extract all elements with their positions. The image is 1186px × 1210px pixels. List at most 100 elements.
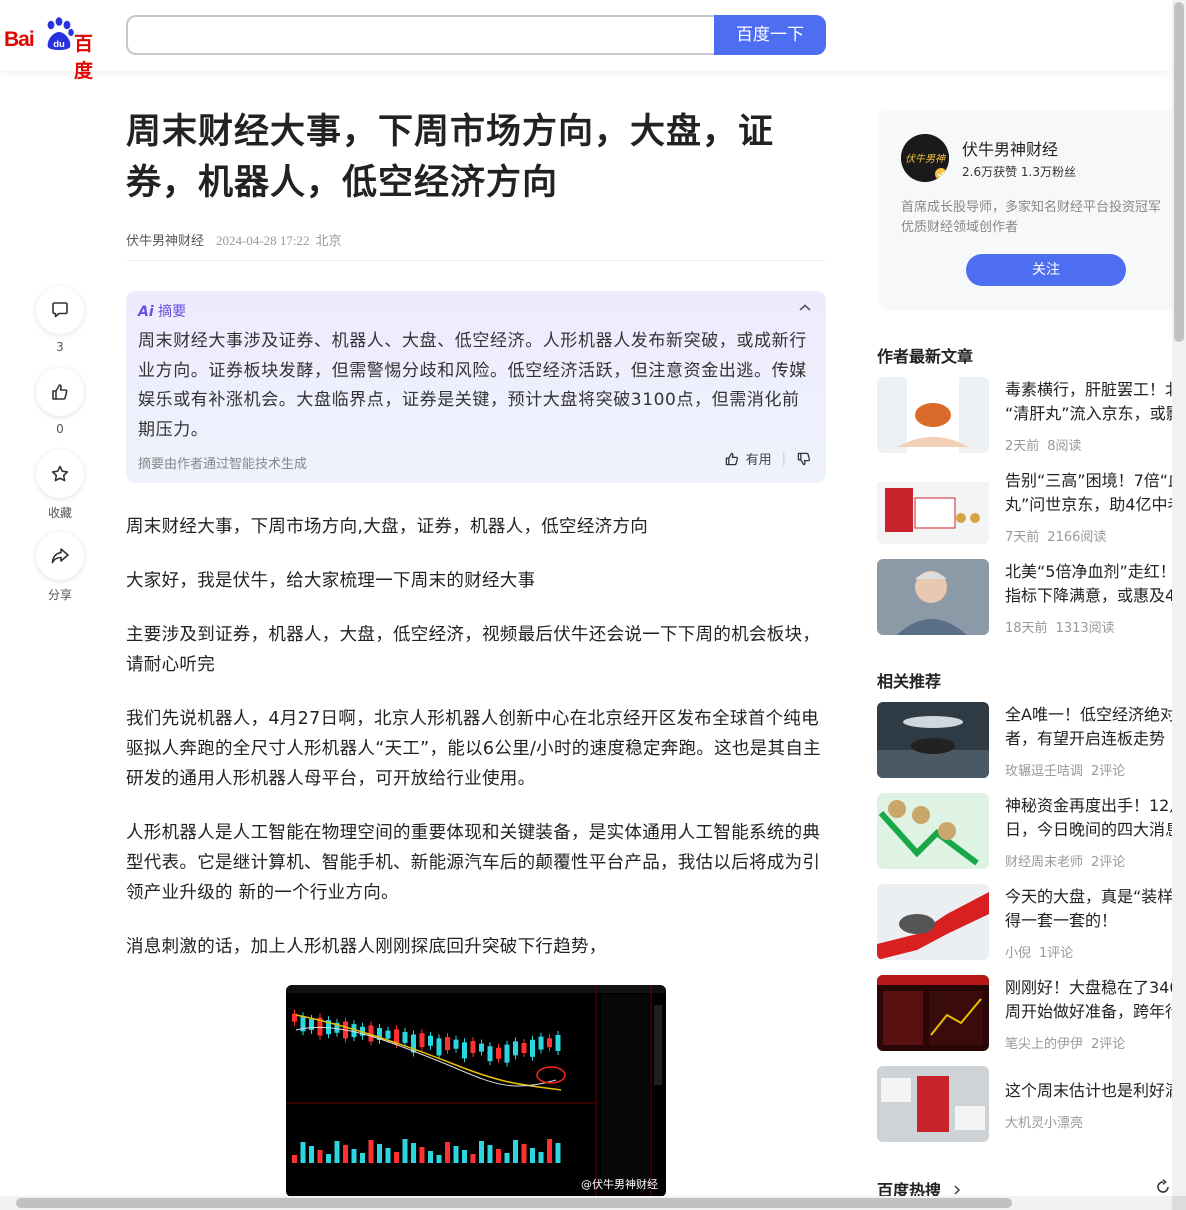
vertical-scroll-thumb[interactable]: [1174, 2, 1184, 342]
thumbs-down-icon[interactable]: [796, 451, 812, 467]
image-watermark: @伏牛男神财经: [581, 1178, 658, 1191]
author-description: 首席成长股导师，多家知名财经平台投资冠军优质财经领域创作者: [901, 200, 1162, 235]
thumbs-up-icon: [52, 384, 68, 400]
volume-bar: [555, 1143, 561, 1163]
candles-group: [292, 1009, 561, 1067]
search-button[interactable]: 百度一下: [714, 15, 826, 55]
volume-bar: [470, 1154, 476, 1163]
ai-logo-icon: Ai: [138, 304, 154, 320]
item-title[interactable]: 日，今日晚间的四大消息: [1005, 818, 1186, 842]
paragraph: 周末财经大事，下周市场方向,大盘，证券，机器人，低空经济方向: [126, 517, 649, 537]
author-avatar[interactable]: 伏牛男神: [901, 134, 949, 182]
item-title[interactable]: “清肝丸”流入京东，或影: [1005, 402, 1186, 426]
logo-text-right: 百度: [74, 33, 94, 82]
search-input[interactable]: [126, 15, 716, 55]
kline-chart-picture: [286, 985, 666, 1197]
article-thumbnail[interactable]: [877, 377, 989, 453]
scrollbar-corner: [1172, 1196, 1186, 1210]
item-title[interactable]: 者，有望开启连板走势: [1005, 727, 1186, 751]
article-thumbnail[interactable]: [877, 1066, 989, 1142]
item-meta: 大机灵小漂亮: [1005, 1112, 1083, 1131]
related-item[interactable]: 刚刚好！大盘稳在了340 周开始做好准备，跨年行 笔尖上的伊伊 2评论: [877, 975, 1181, 1052]
volume-bar: [436, 1155, 442, 1163]
item-title[interactable]: 指标下降满意，或惠及4: [1005, 584, 1186, 608]
related-item[interactable]: 今天的大盘，真是“装样 得一套一套的！ 小倪 1评论: [877, 884, 1177, 961]
author-stats: 2.6万获赞 1.3万粉丝: [962, 165, 1076, 179]
horizontal-scrollbar[interactable]: [0, 1196, 1172, 1210]
like-action[interactable]: 0: [36, 368, 84, 436]
vertical-scrollbar[interactable]: [1172, 0, 1186, 1196]
favorite-button[interactable]: [36, 450, 84, 498]
ai-summary-footer: 摘要由作者通过智能技术生成: [138, 457, 308, 472]
item-title[interactable]: 毒素横行，肝脏罢工！北: [1005, 378, 1186, 402]
item-meta: 玫辗逗壬咭调 2评论: [1005, 760, 1125, 779]
volume-bar: [402, 1139, 408, 1163]
chevron-up-icon[interactable]: [798, 303, 812, 313]
ai-summary-label: 摘要: [158, 304, 187, 320]
author-card: 伏牛男神 伏牛男神财经 2.6万获赞 1.3万粉丝 首席成长股导师，多家知名财经…: [878, 110, 1178, 310]
refresh-icon[interactable]: [1154, 1178, 1172, 1196]
stock-coins-picture: [877, 793, 989, 869]
related-item[interactable]: 这个周末估计也是利好满 大机灵小漂亮: [877, 1066, 1181, 1142]
item-title[interactable]: 这个周末估计也是利好满: [1005, 1079, 1186, 1103]
comment-icon: [52, 302, 68, 318]
item-comments: 2评论: [1091, 764, 1126, 779]
item-source: 笔尖上的伊伊: [1005, 1037, 1084, 1052]
favorite-action[interactable]: 收藏: [36, 450, 84, 521]
item-source: 财经周末老师: [1005, 855, 1084, 870]
volume-bar: [292, 1155, 297, 1163]
article-thumbnail[interactable]: [877, 975, 989, 1051]
volume-bar: [351, 1149, 357, 1163]
item-title[interactable]: 今天的大盘，真是“装样: [1005, 885, 1186, 909]
share-button[interactable]: [36, 532, 84, 580]
share-action[interactable]: 分享: [36, 532, 84, 603]
article-thumbnail[interactable]: [877, 468, 989, 544]
related-item[interactable]: 神秘资金再度出手！12月 日，今日晚间的四大消息 财经周末老师 2评论: [877, 793, 1185, 870]
item-meta: 18天前 1313阅读: [1005, 617, 1115, 636]
volume-bar: [343, 1145, 348, 1163]
item-title[interactable]: 周开始做好准备，跨年行: [1005, 1000, 1186, 1024]
comment-button[interactable]: [36, 286, 84, 334]
volume-bar: [394, 1152, 399, 1163]
latest-article-item[interactable]: 毒素横行，肝脏罢工！北 “清肝丸”流入京东，或影 2天前 8阅读: [877, 377, 1182, 454]
quote-table-picture: [601, 995, 649, 1185]
article-meta: 伏牛男神财经 2024-04-28 17:22 北京: [126, 230, 342, 249]
horizontal-scroll-thumb[interactable]: [16, 1198, 1012, 1208]
follow-button[interactable]: 关注: [966, 254, 1126, 286]
volume-bar: [411, 1143, 416, 1163]
author-name[interactable]: 伏牛男神财经: [962, 136, 1058, 160]
item-reads: 8阅读: [1047, 439, 1082, 454]
item-title[interactable]: 全A唯一！低空经济绝对: [1005, 703, 1186, 727]
baidu-logo[interactable]: Bai du 百度: [4, 17, 110, 82]
article-thumbnail[interactable]: [877, 884, 989, 960]
volume-bar: [326, 1154, 331, 1163]
ai-summary-header: Ai 摘要: [138, 301, 186, 321]
item-title[interactable]: 神秘资金再度出手！12月: [1005, 794, 1186, 818]
item-title[interactable]: 丸”问世京东，助4亿中老: [1005, 493, 1186, 517]
item-title[interactable]: 得一套一套的！: [1005, 909, 1186, 933]
volume-bar: [462, 1150, 467, 1163]
share-label: 分享: [47, 588, 72, 602]
article-thumbnail[interactable]: [877, 559, 989, 635]
related-item[interactable]: 全A唯一！低空经济绝对 者，有望开启连板走势 玫辗逗壬咭调 2评论: [877, 702, 1177, 779]
like-button[interactable]: [36, 368, 84, 416]
share-icon: [51, 548, 69, 564]
article-author[interactable]: 伏牛男神财经: [126, 234, 204, 249]
item-title[interactable]: 刚刚好！大盘稳在了340: [1005, 976, 1186, 1000]
item-source: 玫辗逗壬咭调: [1005, 764, 1084, 779]
useful-button[interactable]: 有用: [746, 449, 772, 468]
article-image-kline[interactable]: @伏牛男神财经: [286, 985, 666, 1197]
comment-action[interactable]: 3: [36, 286, 84, 354]
item-title[interactable]: 北美“5倍净血剂”走红！: [1005, 560, 1186, 584]
summary-feedback: 有用 |: [724, 449, 812, 468]
latest-article-item[interactable]: 北美“5倍净血剂”走红！ 指标下降满意，或惠及4 18天前 1313阅读: [877, 559, 1177, 636]
article-thumbnail[interactable]: [877, 793, 989, 869]
like-count: 0: [56, 422, 64, 436]
item-title[interactable]: 告别“三高”困境！7倍“血: [1005, 469, 1186, 493]
avatar-text: 伏牛男神: [905, 153, 946, 165]
thumbs-up-icon[interactable]: [724, 451, 740, 467]
latest-article-item[interactable]: 告别“三高”困境！7倍“血 丸”问世京东，助4亿中老 7天前 2166阅读: [877, 468, 1184, 545]
volume-bar: [479, 1141, 484, 1163]
article-thumbnail[interactable]: [877, 702, 989, 778]
divider: [126, 260, 826, 261]
